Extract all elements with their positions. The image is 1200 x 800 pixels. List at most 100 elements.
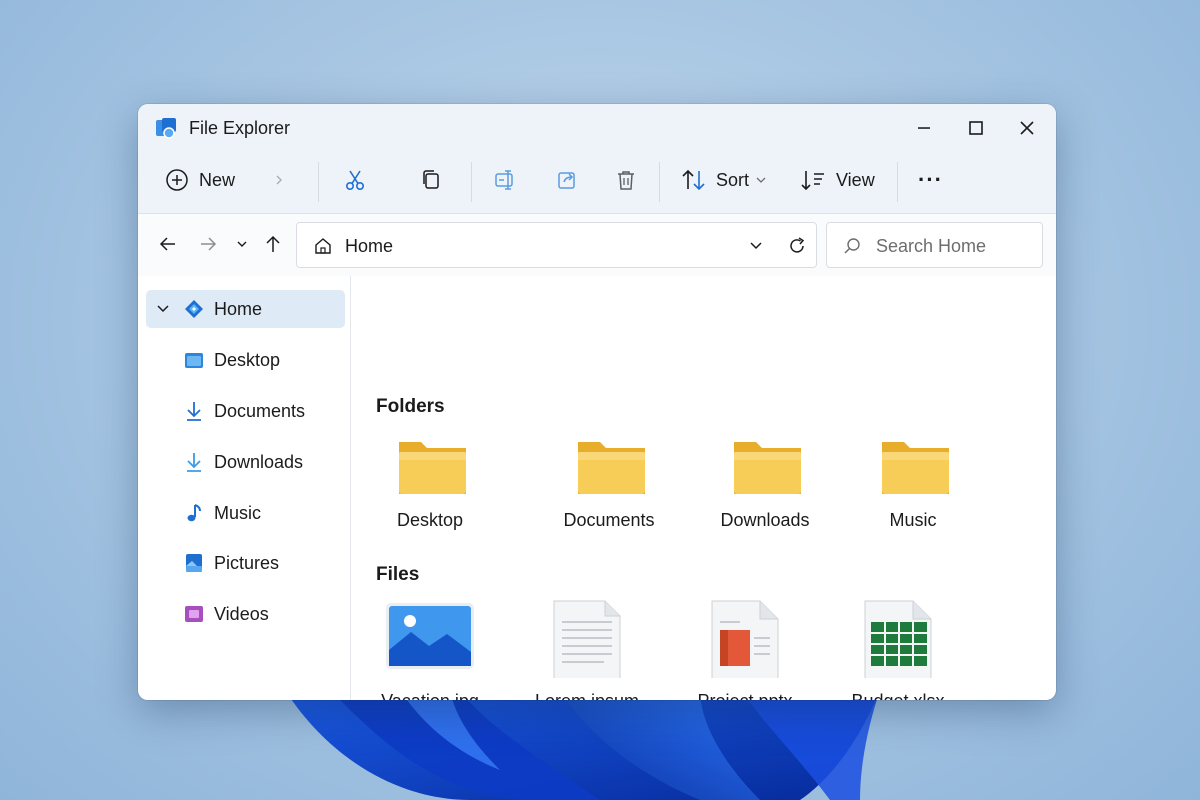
sidebar-item-label: Pictures bbox=[214, 553, 280, 573]
sidebar-item-documents[interactable]: Documents bbox=[146, 392, 345, 430]
sidebar-item-downloads[interactable]: Downloads bbox=[146, 443, 345, 481]
search-icon bbox=[844, 238, 860, 254]
rename-icon bbox=[495, 170, 513, 190]
home-icon bbox=[185, 300, 203, 318]
search-input[interactable]: Search Home bbox=[876, 236, 986, 257]
minimize-button[interactable] bbox=[904, 112, 944, 144]
sidebar-item-label: Desktop bbox=[214, 350, 281, 370]
download-arrow-icon bbox=[187, 453, 201, 472]
chevron-down-icon bbox=[237, 241, 247, 247]
file-explorer-app-icon bbox=[156, 118, 176, 139]
tile-label: Vacation.jpg bbox=[355, 691, 505, 700]
tile-label: Downloads bbox=[720, 510, 810, 530]
copy-icon bbox=[423, 170, 439, 189]
folder-icon bbox=[734, 442, 801, 494]
trash-icon bbox=[618, 171, 634, 190]
folder-tile-desktop[interactable]: Desktop bbox=[355, 428, 505, 538]
view-button-label: View bbox=[836, 169, 875, 190]
toolbar-separator bbox=[318, 162, 319, 202]
sort-arrows-icon bbox=[682, 169, 705, 191]
share-button[interactable] bbox=[555, 160, 579, 200]
arrow-right-icon bbox=[201, 237, 217, 251]
sidebar-item-music[interactable]: Music bbox=[146, 494, 345, 532]
music-note-icon bbox=[187, 504, 201, 522]
home-outline-icon bbox=[315, 238, 331, 254]
presentation-file-icon bbox=[711, 600, 779, 678]
file-tile-budget[interactable]: Budget.xlsx bbox=[823, 598, 973, 700]
view-list-icon bbox=[801, 171, 824, 191]
arrow-left-icon bbox=[159, 237, 175, 251]
maximize-icon bbox=[969, 121, 983, 135]
sort-button[interactable]: Sort bbox=[680, 160, 767, 200]
file-tile-vacation[interactable]: Vacation.jpg bbox=[355, 598, 505, 700]
title-bar: File Explorer bbox=[138, 104, 1056, 150]
view-button[interactable]: View bbox=[800, 160, 875, 200]
cut-button[interactable] bbox=[343, 160, 367, 200]
back-button[interactable] bbox=[156, 232, 180, 256]
file-tile-lorem-ipsum[interactable]: Lorem ipsum bbox=[512, 598, 662, 700]
files-heading: Files bbox=[376, 564, 420, 585]
plus-circle-icon bbox=[166, 169, 188, 191]
scissors-icon bbox=[345, 170, 365, 191]
chevron-down-icon[interactable] bbox=[156, 303, 170, 315]
minimize-icon bbox=[918, 127, 930, 129]
sort-button-label: Sort bbox=[716, 169, 750, 190]
search-box[interactable]: Search Home bbox=[826, 222, 1043, 268]
more-options-icon: ··· bbox=[918, 167, 943, 192]
arrow-up-icon bbox=[266, 235, 280, 252]
window-title: File Explorer bbox=[189, 118, 291, 138]
share-icon bbox=[558, 172, 575, 189]
navigation-bar: Home Search Home bbox=[138, 214, 1056, 276]
file-explorer-window: File Explorer New Sort View ··· Home Sea… bbox=[138, 104, 1056, 700]
address-path: Home bbox=[345, 236, 394, 256]
up-button[interactable] bbox=[261, 232, 285, 256]
navigation-pane: Home Desktop Documents Downloads Music P… bbox=[138, 276, 351, 700]
copy-button[interactable] bbox=[419, 160, 443, 200]
desktop-icon bbox=[185, 353, 203, 368]
new-button-label: New bbox=[199, 169, 236, 190]
sidebar-item-label: Documents bbox=[214, 401, 306, 421]
delete-button[interactable] bbox=[614, 160, 638, 200]
folder-icon bbox=[399, 442, 466, 494]
tile-label: Music bbox=[889, 510, 937, 530]
new-chevron-button[interactable] bbox=[272, 160, 286, 200]
tile-label: Lorem ipsum bbox=[512, 691, 662, 700]
content-area: Folders Desktop Documents Downloads Musi… bbox=[352, 276, 1056, 700]
spreadsheet-file-icon bbox=[864, 600, 932, 678]
folder-icon bbox=[882, 442, 949, 494]
recent-locations-button[interactable] bbox=[230, 232, 254, 256]
tile-label: Documents bbox=[563, 510, 655, 530]
close-icon bbox=[1020, 121, 1034, 135]
forward-button[interactable] bbox=[196, 232, 220, 256]
more-options-button[interactable]: ··· bbox=[918, 160, 943, 200]
text-document-icon bbox=[553, 600, 621, 678]
toolbar-separator bbox=[659, 162, 660, 202]
videos-icon bbox=[185, 606, 203, 622]
sidebar-item-label: Downloads bbox=[214, 452, 304, 472]
folder-tile-music[interactable]: Music bbox=[838, 428, 988, 538]
maximize-button[interactable] bbox=[956, 112, 996, 144]
address-dropdown-icon[interactable] bbox=[749, 240, 763, 252]
rename-button[interactable] bbox=[493, 160, 517, 200]
sidebar-item-pictures[interactable]: Pictures bbox=[146, 544, 345, 582]
sidebar-item-label: Home bbox=[214, 299, 263, 319]
close-button[interactable] bbox=[1007, 112, 1047, 144]
toolbar-separator bbox=[471, 162, 472, 202]
sidebar-item-desktop[interactable]: Desktop bbox=[146, 341, 345, 379]
new-button[interactable]: New bbox=[165, 160, 235, 200]
folders-heading: Folders bbox=[376, 396, 445, 417]
image-file-icon bbox=[386, 603, 474, 669]
file-tile-project[interactable]: Project.pptx bbox=[670, 598, 820, 700]
pictures-icon bbox=[186, 554, 202, 572]
chevron-down-icon bbox=[756, 177, 766, 183]
tile-label: Project.pptx bbox=[670, 691, 820, 700]
chevron-right-icon bbox=[276, 175, 282, 185]
sidebar-item-videos[interactable]: Videos bbox=[146, 595, 345, 633]
folder-tile-documents[interactable]: Documents bbox=[534, 428, 684, 538]
folder-tile-downloads[interactable]: Downloads bbox=[690, 428, 840, 538]
command-bar: New Sort View ··· bbox=[138, 150, 1056, 214]
refresh-icon[interactable] bbox=[787, 236, 807, 256]
address-bar[interactable]: Home bbox=[296, 222, 817, 268]
sidebar-item-label: Videos bbox=[214, 604, 269, 624]
sidebar-item-home[interactable]: Home bbox=[146, 290, 345, 328]
